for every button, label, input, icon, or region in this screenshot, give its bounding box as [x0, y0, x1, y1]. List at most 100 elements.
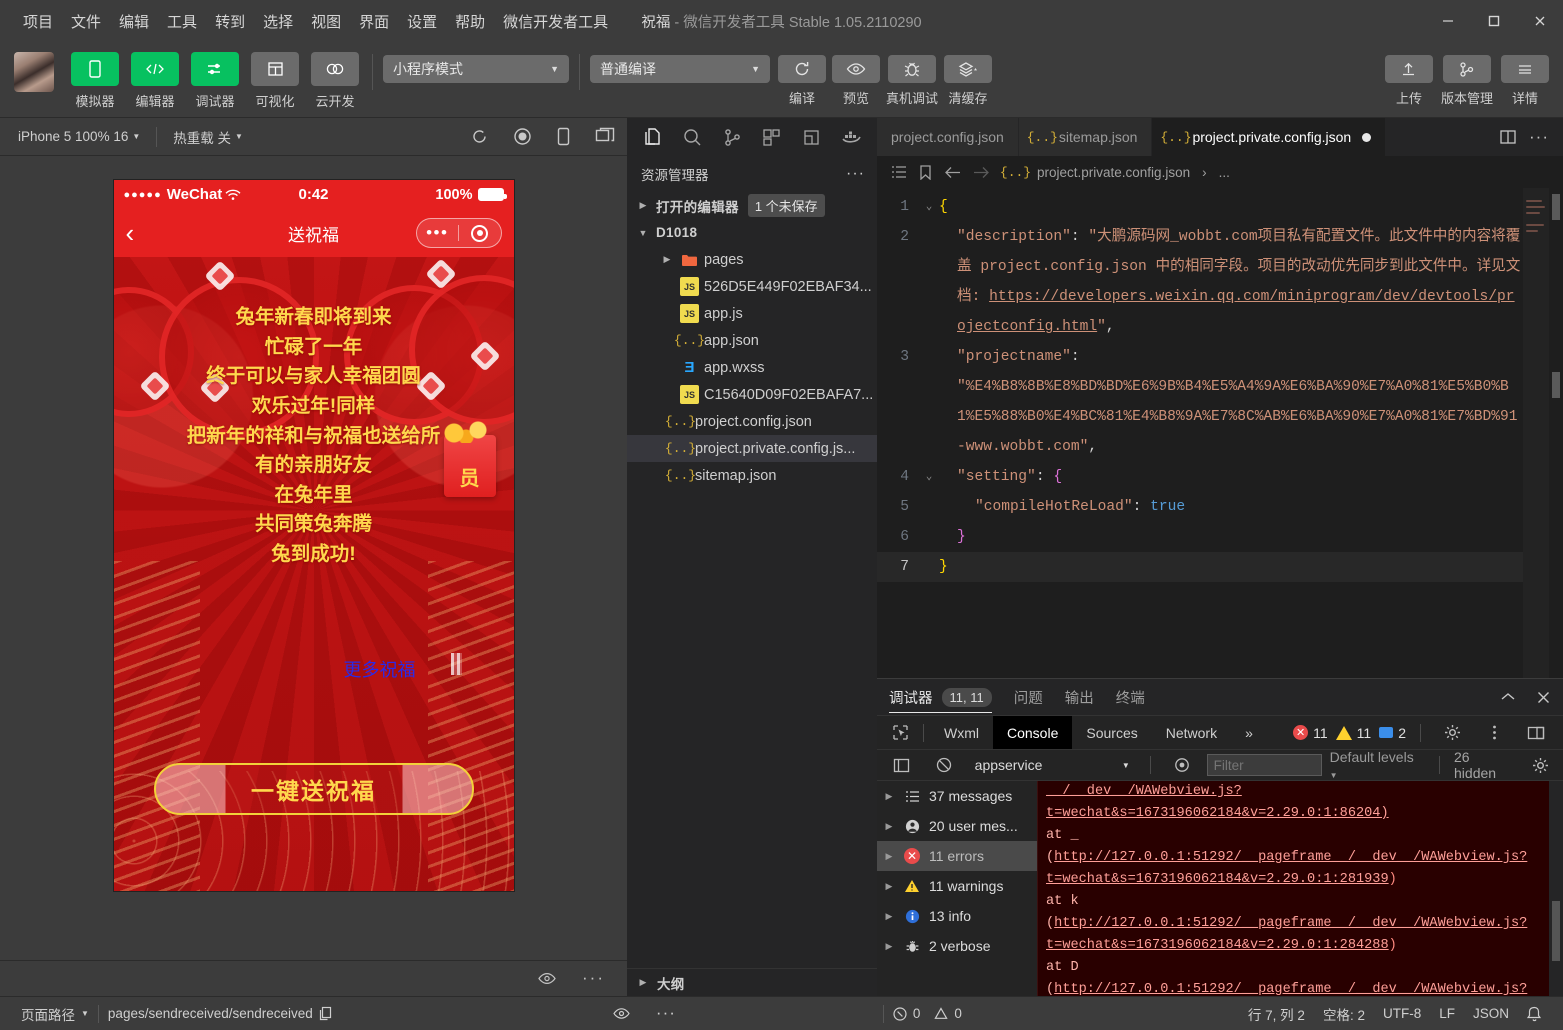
- debug-icon[interactable]: [792, 118, 832, 156]
- msg-group-warnings[interactable]: ▶ 11 warnings: [877, 871, 1037, 901]
- eye-icon[interactable]: [538, 972, 556, 985]
- search-icon[interactable]: [673, 118, 713, 156]
- toolbar-button-upload[interactable]: 上传: [1385, 48, 1433, 107]
- tree-item-project-config[interactable]: {..} project.config.json: [627, 408, 877, 435]
- forward-arrow-icon[interactable]: [973, 166, 990, 179]
- console-output[interactable]: __/__dev__/WAWebview.js?t=wechat&s=16731…: [1037, 781, 1549, 996]
- outline-list-icon[interactable]: [891, 165, 907, 179]
- toolbar-button-debugger[interactable]: 调试器: [188, 48, 242, 110]
- maximize-button[interactable]: [1471, 0, 1517, 42]
- sidebar-toggle-icon[interactable]: [885, 748, 919, 782]
- menu-item-tools[interactable]: 工具: [158, 7, 206, 36]
- bookmark-icon[interactable]: [919, 165, 932, 180]
- minimap[interactable]: [1523, 188, 1549, 678]
- split-editor-icon[interactable]: [1499, 129, 1517, 145]
- user-avatar[interactable]: [14, 52, 54, 92]
- menu-item-file[interactable]: 文件: [62, 7, 110, 36]
- msg-group-errors[interactable]: ▶ ✕ 11 errors: [877, 841, 1037, 871]
- tree-item-sitemap[interactable]: {..} sitemap.json: [627, 462, 877, 489]
- project-root-row[interactable]: ▼ D1018: [627, 219, 877, 246]
- tab-project-private-config-json[interactable]: {..} project.private.config.json: [1152, 118, 1386, 156]
- console-link[interactable]: http://127.0.0.1:51292/__pageframe__/__d…: [1046, 916, 1527, 953]
- tree-item-project-private-config[interactable]: {..} project.private.config.js...: [627, 435, 877, 462]
- tree-item-app-js[interactable]: JS app.js: [627, 300, 877, 327]
- json-url[interactable]: https://developers.weixin.qq.com/minipro…: [957, 289, 1515, 335]
- panel-tab-output[interactable]: 输出: [1065, 679, 1094, 715]
- kebab-icon[interactable]: [1477, 716, 1511, 750]
- tab-sitemap-json[interactable]: {..} sitemap.json: [1019, 118, 1153, 156]
- message-counter[interactable]: 2: [1379, 725, 1406, 741]
- extensions-icon[interactable]: [752, 118, 792, 156]
- rotate-device-icon[interactable]: [556, 127, 571, 146]
- status-encoding[interactable]: UTF-8: [1374, 1006, 1430, 1021]
- toolbar-button-simulator[interactable]: 模拟器: [68, 48, 122, 110]
- tree-item-pages[interactable]: ▶ pages: [627, 246, 877, 273]
- more-icon[interactable]: ···: [656, 1009, 676, 1018]
- devtools-tab-sources[interactable]: Sources: [1072, 716, 1151, 750]
- console-context-select[interactable]: appservice ▼: [969, 754, 1136, 776]
- files-icon[interactable]: [633, 118, 673, 156]
- devtools-tab-wxml[interactable]: Wxml: [930, 716, 993, 750]
- error-counter[interactable]: ✕ 11: [1293, 725, 1328, 741]
- msg-group-messages[interactable]: ▶ 37 messages: [877, 781, 1037, 811]
- close-miniprogram-icon[interactable]: [459, 225, 501, 242]
- send-blessing-button[interactable]: 一键送祝福: [154, 763, 474, 815]
- device-selector[interactable]: iPhone 5 100% 16 ▼: [12, 125, 146, 148]
- more-icon[interactable]: ···: [1529, 133, 1549, 142]
- compile-select[interactable]: 普通编译 ▼: [590, 55, 770, 83]
- window-icon[interactable]: [595, 127, 615, 146]
- more-icon[interactable]: ···: [582, 973, 605, 983]
- close-button[interactable]: [1517, 0, 1563, 42]
- record-icon[interactable]: [513, 127, 532, 146]
- minimize-button[interactable]: [1425, 0, 1471, 42]
- menu-item-view[interactable]: 视图: [302, 7, 350, 36]
- menu-item-settings[interactable]: 设置: [398, 7, 446, 36]
- console-scrollbar-thumb[interactable]: [1552, 901, 1560, 961]
- panel-tab-terminal[interactable]: 终端: [1116, 679, 1145, 715]
- toolbar-button-cloud[interactable]: 云开发: [308, 48, 362, 110]
- source-control-icon[interactable]: [712, 118, 752, 156]
- menu-item-help[interactable]: 帮助: [446, 7, 494, 36]
- console-link[interactable]: http://127.0.0.1:51292/__pageframe__/__d…: [1046, 850, 1527, 887]
- outline-section[interactable]: ▶ 大纲: [627, 968, 877, 996]
- breadcrumb-tail[interactable]: ...: [1219, 165, 1230, 180]
- menu-item-interface[interactable]: 界面: [350, 7, 398, 36]
- more-icon[interactable]: •••: [417, 228, 459, 238]
- back-arrow-icon[interactable]: [944, 166, 961, 179]
- mode-select[interactable]: 小程序模式 ▼: [383, 55, 569, 83]
- menu-item-goto[interactable]: 转到: [206, 7, 254, 36]
- fold-chevron-icon[interactable]: ⌄: [919, 192, 939, 222]
- tree-item-js-1[interactable]: JS 526D5E449F02EBAF34...: [627, 273, 877, 300]
- toolbar-button-remote-debug[interactable]: 真机调试: [886, 48, 938, 107]
- devtools-tab-console[interactable]: Console: [993, 716, 1072, 750]
- more-blessings-link[interactable]: 更多祝福: [344, 656, 416, 682]
- eye-icon[interactable]: [613, 1007, 630, 1020]
- chevron-up-icon[interactable]: [1500, 691, 1516, 703]
- toolbar-button-visual[interactable]: 可视化: [248, 48, 302, 110]
- msg-group-info[interactable]: ▶ 13 info: [877, 901, 1037, 931]
- toolbar-button-compile[interactable]: 编译: [778, 48, 826, 107]
- live-expression-icon[interactable]: [1165, 748, 1199, 782]
- menu-item-edit[interactable]: 编辑: [110, 7, 158, 36]
- tree-item-js-2[interactable]: JS C15640D09F02EBAFA7...: [627, 381, 877, 408]
- msg-group-user-messages[interactable]: ▶ 20 user mes...: [877, 811, 1037, 841]
- console-levels-select[interactable]: Default levels ▼: [1330, 749, 1425, 781]
- tree-item-app-wxss[interactable]: Ǝ app.wxss: [627, 354, 877, 381]
- menu-item-project[interactable]: 项目: [14, 7, 62, 36]
- phone-capsule-buttons[interactable]: •••: [416, 218, 502, 248]
- status-error-count[interactable]: 0 0: [884, 1006, 971, 1021]
- inspect-element-icon[interactable]: [883, 716, 917, 750]
- tree-item-app-json[interactable]: {..} app.json: [627, 327, 877, 354]
- copy-icon[interactable]: [319, 1006, 332, 1021]
- tab-project-config-json[interactable]: project.config.json: [877, 118, 1019, 156]
- toolbar-button-editor[interactable]: 编辑器: [128, 48, 182, 110]
- console-link[interactable]: http://127.0.0.1:51292/__pageframe__/__d…: [1046, 982, 1527, 996]
- status-eol[interactable]: LF: [1430, 1006, 1464, 1021]
- status-indentation[interactable]: 空格: 2: [1314, 1004, 1374, 1024]
- refresh-icon[interactable]: [470, 127, 489, 146]
- console-scrollbar[interactable]: [1549, 781, 1563, 996]
- menu-item-select[interactable]: 选择: [254, 7, 302, 36]
- toolbar-button-clear-cache[interactable]: 清缓存: [944, 48, 992, 107]
- breadcrumb-file[interactable]: project.private.config.json: [1037, 165, 1190, 180]
- clear-console-icon[interactable]: [927, 748, 961, 782]
